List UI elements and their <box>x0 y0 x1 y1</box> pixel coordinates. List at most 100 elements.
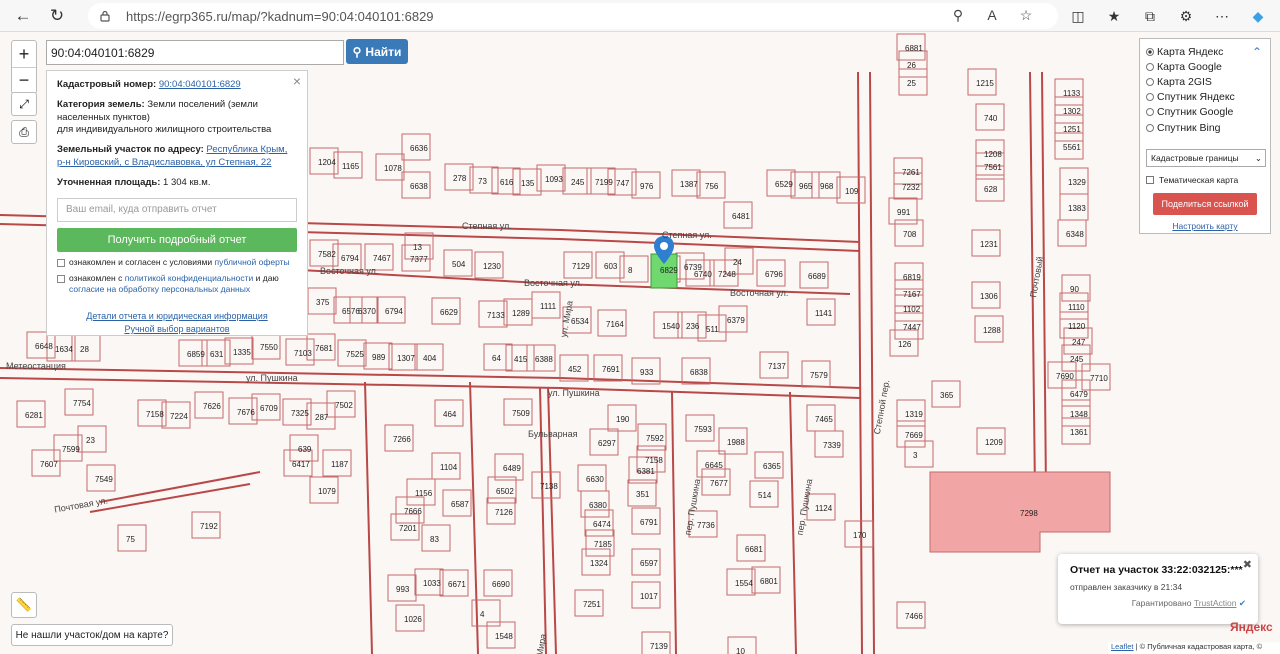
address-bar[interactable]: https://egrp365.ru/map/?kadnum=90:04:040… <box>88 3 1058 29</box>
ruler-button[interactable]: 📏 <box>11 592 37 618</box>
parcel-number[interactable]: 8 <box>628 266 632 275</box>
parcel-number[interactable]: 7666 <box>404 507 422 516</box>
parcel-number[interactable]: 1079 <box>318 487 336 496</box>
parcel-number[interactable]: 7167 <box>903 290 921 299</box>
parcel-number[interactable]: 6645 <box>705 461 723 470</box>
parcel-number[interactable]: 5561 <box>1063 143 1081 152</box>
parcel-number[interactable]: 6690 <box>492 580 510 589</box>
manual-select-link[interactable]: Ручной выбор вариантов <box>124 324 229 334</box>
parcel-number[interactable]: 6381 <box>637 467 655 476</box>
yandex-logo[interactable]: Яндекс <box>1230 620 1273 634</box>
parcel-number[interactable]: 511 <box>706 325 719 334</box>
parcel-number[interactable]: 6791 <box>640 518 658 527</box>
parcel-number[interactable]: 7298 <box>1020 509 1038 518</box>
parcel-number[interactable]: 1288 <box>983 326 1001 335</box>
parcel-number[interactable]: 7736 <box>697 521 715 530</box>
thematic-checkbox[interactable] <box>1146 176 1154 185</box>
parcel-number[interactable]: 83 <box>430 535 439 544</box>
parcel-number[interactable]: 135 <box>521 179 534 188</box>
parcel-number[interactable]: 1208 <box>984 150 1002 159</box>
parcel-number[interactable]: 756 <box>705 182 718 191</box>
parcel-number[interactable]: 7185 <box>594 540 612 549</box>
parcel-number[interactable]: 1209 <box>985 438 1003 447</box>
parcel-number[interactable]: 1215 <box>976 79 994 88</box>
parcel-number[interactable]: 1231 <box>980 240 998 249</box>
parcel-number[interactable]: 740 <box>984 114 997 123</box>
parcel-number[interactable]: 7467 <box>373 254 391 263</box>
parcel-number[interactable]: 6636 <box>410 144 428 153</box>
privacy-consent[interactable]: ознакомлен с политикой конфиденциальност… <box>57 273 297 295</box>
parcel-number[interactable]: 1383 <box>1068 204 1086 213</box>
parcel-number[interactable]: 6638 <box>410 182 428 191</box>
parcel-number[interactable]: 7139 <box>650 642 668 651</box>
parcel-number[interactable]: 7502 <box>335 401 353 410</box>
leaflet-link[interactable]: Leaflet <box>1111 642 1134 651</box>
parcel-number[interactable]: 6348 <box>1066 230 1084 239</box>
parcel-number[interactable]: 7592 <box>646 434 664 443</box>
parcel-number[interactable]: 7681 <box>315 344 333 353</box>
parcel-number[interactable]: 639 <box>298 445 311 454</box>
parcel-number[interactable]: 7677 <box>710 479 728 488</box>
parcel-number[interactable]: 6648 <box>35 342 53 351</box>
parcel-number[interactable]: 6819 <box>903 273 921 282</box>
parcel-number[interactable]: 170 <box>853 531 866 540</box>
parcel-number[interactable]: 6671 <box>448 580 466 589</box>
parcel-number[interactable]: 628 <box>984 185 997 194</box>
parcel-number[interactable]: 1141 <box>815 309 832 318</box>
parcel-number[interactable]: 6740 <box>694 270 712 279</box>
parcel-number[interactable]: 1348 <box>1070 410 1088 419</box>
parcel-number[interactable]: 616 <box>500 178 513 187</box>
parcel-number[interactable]: 6794 <box>385 307 403 316</box>
parcel-number[interactable]: 109 <box>845 187 858 196</box>
parcel-number[interactable]: 23 <box>86 436 95 445</box>
parcel-number[interactable]: 7133 <box>487 311 505 320</box>
parcel-number[interactable]: 7607 <box>40 460 58 469</box>
parcel-number[interactable]: 7251 <box>583 600 601 609</box>
parcel-number[interactable]: 7201 <box>399 524 417 533</box>
parcel-number[interactable]: 1156 <box>415 489 432 498</box>
parcel-number[interactable]: 6629 <box>440 308 458 317</box>
layer-option[interactable]: Карта Яндекс <box>1146 44 1264 59</box>
privacy-link[interactable]: политикой конфиденциальности <box>125 273 254 283</box>
parcel-number[interactable]: 7158 <box>645 456 663 465</box>
email-input[interactable]: Ваш email, куда отправить отчет <box>57 197 297 222</box>
parcel-number[interactable]: 245 <box>1070 355 1083 364</box>
parcel-number[interactable]: 7103 <box>294 349 312 358</box>
layer-radio[interactable] <box>1146 108 1154 117</box>
parcel-number[interactable]: 1329 <box>1068 178 1086 187</box>
parcel-number[interactable]: 1251 <box>1063 125 1081 134</box>
parcel-number[interactable]: 6529 <box>775 180 793 189</box>
parcel-number[interactable]: 351 <box>636 490 649 499</box>
parcel-number[interactable]: 1104 <box>440 463 457 472</box>
parcel-number[interactable]: 6417 <box>292 460 310 469</box>
parcel-number[interactable]: 6796 <box>765 270 783 279</box>
parcel-number[interactable]: 365 <box>940 391 953 400</box>
parcel-number[interactable]: 6587 <box>451 500 469 509</box>
parcel-number[interactable]: 708 <box>903 230 916 239</box>
split-screen-icon[interactable]: ◫ <box>1066 5 1090 27</box>
parcel-number[interactable]: 1307 <box>397 354 415 363</box>
menu-dots-icon[interactable]: ⋯ <box>1210 5 1234 27</box>
parcel-number[interactable]: 73 <box>478 177 487 186</box>
read-aloud-icon[interactable]: A <box>983 7 1001 24</box>
parcel-number[interactable]: 7465 <box>815 415 833 424</box>
chevron-up-icon[interactable]: ⌃ <box>1252 45 1262 59</box>
parcel-number[interactable]: 1093 <box>545 175 563 184</box>
layer-option[interactable]: Спутник Яндекс <box>1146 90 1264 105</box>
parcel-number[interactable]: 1230 <box>483 262 501 271</box>
parcel-number[interactable]: 7248 <box>718 270 736 279</box>
parcel-number[interactable]: 7266 <box>393 435 411 444</box>
parcel-number[interactable]: 245 <box>571 178 584 187</box>
parcel-number[interactable]: 452 <box>568 365 581 374</box>
parcel-number[interactable]: 6630 <box>586 475 604 484</box>
collections-icon[interactable]: ⧉ <box>1138 5 1162 27</box>
parcel-number[interactable]: 6829 <box>660 266 678 275</box>
close-icon[interactable]: ✖ <box>1243 558 1252 571</box>
parcel-number[interactable]: 3 <box>913 451 917 460</box>
parcel-number[interactable]: 126 <box>898 340 911 349</box>
parcel-number[interactable]: 10 <box>736 647 745 654</box>
parcel-number[interactable]: 6489 <box>503 464 521 473</box>
parcel-number[interactable]: 7579 <box>810 371 828 380</box>
offer-link[interactable]: публичной оферты <box>215 257 290 267</box>
parcel-number[interactable]: 7129 <box>572 262 590 271</box>
